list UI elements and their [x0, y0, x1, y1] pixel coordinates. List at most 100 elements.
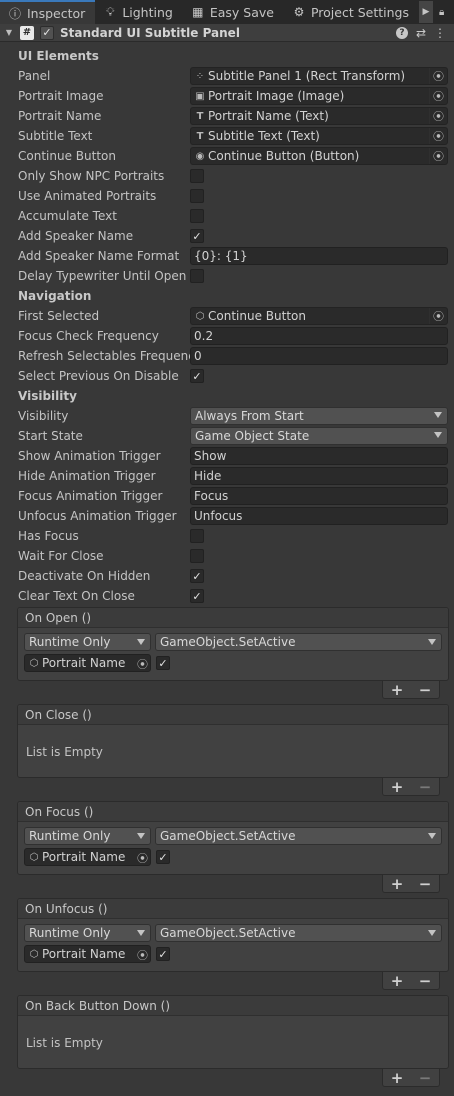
object-picker-icon[interactable]: ⦿ — [137, 947, 148, 963]
section-ui-elements: UI Elements — [18, 49, 99, 63]
lock-icon[interactable]: 🔒︎ — [439, 7, 444, 18]
event-mode-dropdown[interactable]: Runtime Only — [24, 827, 151, 845]
help-icon[interactable]: ? — [395, 26, 408, 39]
add-listener-button[interactable]: + — [391, 778, 404, 796]
event-argument-checkbox[interactable]: ✓ — [156, 850, 170, 864]
row-wait-for-close: Wait For Close — [0, 546, 454, 566]
first-selected-label: First Selected — [18, 309, 100, 323]
event-function-dropdown[interactable]: GameObject.SetActive — [155, 827, 442, 845]
speaker-name-format-label: Add Speaker Name Format — [18, 249, 180, 263]
only-show-npc-checkbox[interactable] — [190, 169, 204, 183]
event-target-object-field[interactable]: ⬡ Portrait Name ⦿ — [24, 848, 151, 866]
event-mode-value: Runtime Only — [29, 635, 111, 649]
subtitle-text-object-field[interactable]: T Subtitle Text (Text) ⦿ — [190, 127, 448, 145]
tab-easy-save[interactable]: ▦ Easy Save — [183, 0, 284, 24]
first-selected-object-field[interactable]: ⬡ Continue Button ⦿ — [190, 307, 448, 325]
object-picker-icon[interactable]: ⦿ — [429, 148, 447, 164]
visibility-dropdown[interactable]: Always From Start — [190, 407, 448, 425]
remove-listener-button[interactable]: − — [419, 875, 432, 893]
event-mode-dropdown[interactable]: Runtime Only — [24, 633, 151, 651]
object-picker-icon[interactable]: ⦿ — [429, 308, 447, 324]
component-header[interactable]: ▼ # ✓ Standard UI Subtitle Panel ? ⇄ ⋮ — [0, 24, 454, 42]
tab-menu-icon[interactable]: ⋮ — [450, 5, 454, 19]
delay-typewriter-checkbox[interactable] — [190, 269, 204, 283]
preset-icon[interactable]: ⇄ — [416, 26, 426, 40]
component-menu-icon[interactable]: ⋮ — [434, 26, 446, 40]
button-icon: ◉ — [195, 150, 205, 162]
row-unfocus-anim-trigger: Unfocus Animation Trigger Unfocus — [0, 506, 454, 526]
add-speaker-name-checkbox[interactable]: ✓ — [190, 229, 204, 243]
deactivate-on-hidden-checkbox[interactable]: ✓ — [190, 569, 204, 583]
row-focus-anim-trigger: Focus Animation Trigger Focus — [0, 486, 454, 506]
add-listener-button[interactable]: + — [391, 1069, 404, 1087]
remove-listener-button[interactable]: − — [419, 1069, 432, 1087]
event-argument-checkbox[interactable]: ✓ — [156, 656, 170, 670]
add-listener-button[interactable]: + — [391, 972, 404, 990]
event-target-object-field[interactable]: ⬡ Portrait Name ⦿ — [24, 945, 151, 963]
focus-anim-trigger-label: Focus Animation Trigger — [18, 489, 163, 503]
tab-inspector-label: Inspector — [27, 5, 86, 21]
component-title: Standard UI Subtitle Panel — [60, 25, 240, 40]
event-on-close-title: On Close () — [18, 705, 448, 725]
use-animated-checkbox[interactable] — [190, 189, 204, 203]
speaker-name-format-input[interactable]: {0}: {1} — [190, 247, 448, 265]
event-function-dropdown[interactable]: GameObject.SetActive — [155, 924, 442, 942]
tab-lighting[interactable]: 💡︎ Lighting — [95, 0, 183, 24]
object-picker-icon[interactable]: ⦿ — [429, 88, 447, 104]
focus-anim-trigger-input[interactable]: Focus — [190, 487, 448, 505]
has-focus-label: Has Focus — [18, 529, 79, 543]
visibility-value: Always From Start — [195, 409, 304, 423]
continue-button-value: Continue Button (Button) — [208, 149, 360, 163]
remove-listener-button[interactable]: − — [419, 681, 432, 699]
accumulate-text-checkbox[interactable] — [190, 209, 204, 223]
panel-object-field[interactable]: ⁘ Subtitle Panel 1 (Rect Transform) ⦿ — [190, 67, 448, 85]
component-enabled-checkbox[interactable]: ✓ — [40, 25, 54, 40]
tab-project-settings[interactable]: ⚙ Project Settings — [284, 0, 419, 24]
unfocus-anim-trigger-input[interactable]: Unfocus — [190, 507, 448, 525]
wait-for-close-checkbox[interactable] — [190, 549, 204, 563]
row-select-previous: Select Previous On Disable ✓ — [0, 366, 454, 386]
chevron-down-icon — [428, 639, 436, 645]
start-state-dropdown[interactable]: Game Object State — [190, 427, 448, 445]
show-anim-trigger-input[interactable]: Show — [190, 447, 448, 465]
event-on-open-footer: + − — [382, 681, 440, 699]
continue-button-object-field[interactable]: ◉ Continue Button (Button) ⦿ — [190, 147, 448, 165]
event-on-focus-footer: + − — [382, 875, 440, 893]
hide-anim-trigger-input[interactable]: Hide — [190, 467, 448, 485]
deactivate-on-hidden-label: Deactivate On Hidden — [18, 569, 151, 583]
refresh-selectables-input[interactable]: 0 — [190, 347, 448, 365]
object-picker-icon[interactable]: ⦿ — [137, 656, 148, 672]
portrait-name-object-field[interactable]: T Portrait Name (Text) ⦿ — [190, 107, 448, 125]
event-on-back-button-down-footer: + − — [382, 1069, 440, 1087]
focus-check-frequency-input[interactable]: 0.2 — [190, 327, 448, 345]
row-show-anim-trigger: Show Animation Trigger Show — [0, 446, 454, 466]
tab-scroll-arrow-icon[interactable]: ▶ — [418, 1, 433, 23]
start-state-label: Start State — [18, 429, 83, 443]
event-target-value: Portrait Name — [42, 656, 126, 670]
rect-transform-icon: ⁘ — [195, 70, 205, 82]
object-picker-icon[interactable]: ⦿ — [429, 68, 447, 84]
has-focus-checkbox[interactable] — [190, 529, 204, 543]
object-picker-icon[interactable]: ⦿ — [429, 108, 447, 124]
object-picker-icon[interactable]: ⦿ — [429, 128, 447, 144]
add-listener-button[interactable]: + — [391, 875, 404, 893]
chevron-down-icon — [434, 432, 442, 438]
select-previous-checkbox[interactable]: ✓ — [190, 369, 204, 383]
fold-arrow-icon[interactable]: ▼ — [2, 28, 16, 37]
row-delay-typewriter: Delay Typewriter Until Open — [0, 266, 454, 286]
event-mode-dropdown[interactable]: Runtime Only — [24, 924, 151, 942]
section-visibility: Visibility — [18, 389, 77, 403]
event-on-unfocus-title: On Unfocus () — [18, 899, 448, 919]
event-argument-checkbox[interactable]: ✓ — [156, 947, 170, 961]
object-picker-icon[interactable]: ⦿ — [137, 850, 148, 866]
chevron-down-icon — [428, 930, 436, 936]
event-target-object-field[interactable]: ⬡ Portrait Name ⦿ — [24, 654, 151, 672]
remove-listener-button[interactable]: − — [419, 778, 432, 796]
clear-text-on-close-checkbox[interactable]: ✓ — [190, 589, 204, 603]
remove-listener-button[interactable]: − — [419, 972, 432, 990]
portrait-image-object-field[interactable]: ▣ Portrait Image (Image) ⦿ — [190, 87, 448, 105]
add-listener-button[interactable]: + — [391, 681, 404, 699]
tab-inspector[interactable]: ⓘ Inspector — [0, 0, 96, 24]
portrait-name-label: Portrait Name — [18, 109, 102, 123]
event-function-dropdown[interactable]: GameObject.SetActive — [155, 633, 442, 651]
